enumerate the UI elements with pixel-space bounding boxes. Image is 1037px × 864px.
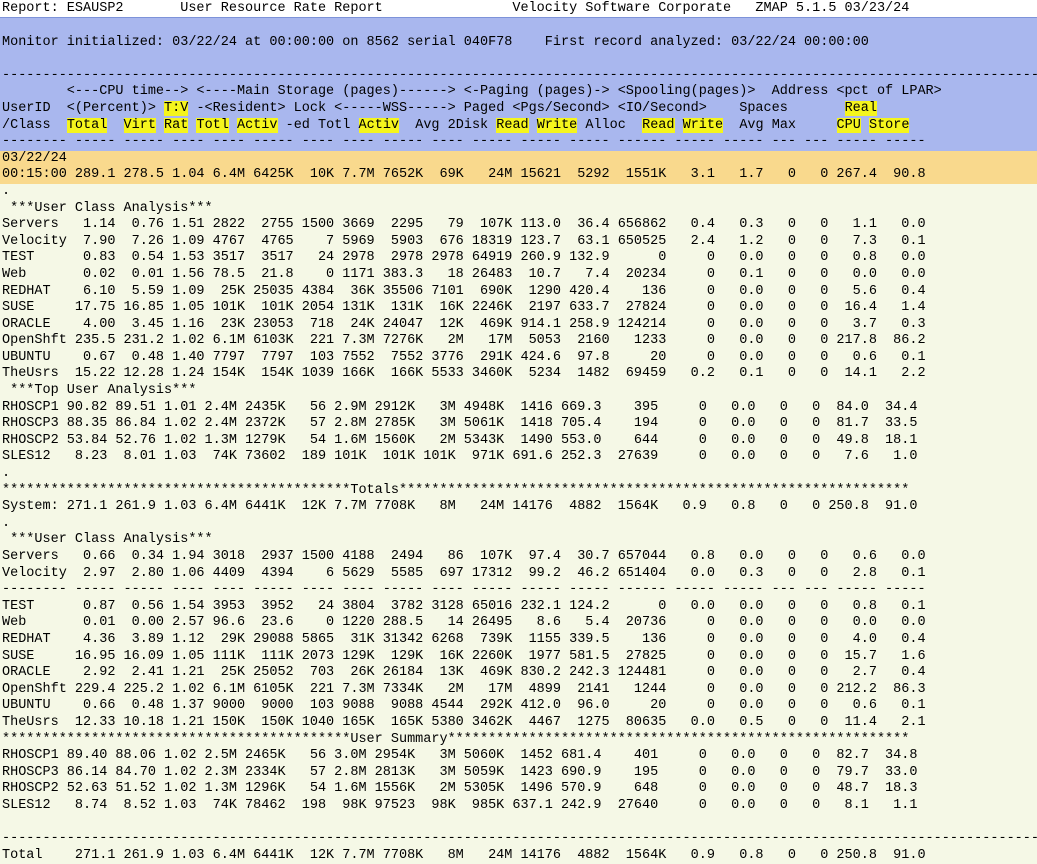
report-line: OpenShft 235.5 231.2 1.02 6.1M 6103K 221… [2, 333, 926, 349]
header-separator: ----------------------------------------… [2, 67, 1037, 83]
report-line [0, 815, 1037, 832]
header-underline: -------- ----- ----- ---- ---- ----- ---… [2, 134, 926, 150]
header-wss-activ: Activ [358, 117, 400, 133]
report-line: Servers 1.14 0.76 1.51 2822 2755 1500 36… [2, 217, 926, 233]
header-cpu: CPU [836, 117, 861, 133]
report-line: SLES12 8.23 8.01 1.03 74K 73602 189 101K… [2, 449, 918, 465]
report-line: RHOSCP3 88.35 86.84 1.02 2.4M 2372K 57 2… [2, 416, 918, 432]
header-real: Real [844, 100, 877, 116]
header-row-1: <---CPU time--> <----Main Storage (pages… [2, 84, 942, 100]
report-line: REDHAT 6.10 5.59 1.09 25K 25035 4384 36K… [2, 283, 926, 299]
report-line: SUSE 16.95 16.09 1.05 111K 111K 2073 129… [2, 648, 926, 664]
report-title-bar: Report: ESAUSP2 User Resource Rate Repor… [0, 0, 1037, 18]
report-line: Velocity 7.90 7.26 1.09 4767 4765 7 5969… [2, 233, 926, 249]
header-io-write: Write [682, 117, 724, 133]
report-line: ****************************************… [2, 482, 910, 498]
report-line: TEST 0.83 0.54 1.53 3517 3517 24 2978 29… [2, 250, 926, 266]
report-line: TheUsrs 15.22 12.28 1.24 154K 154K 1039 … [2, 366, 926, 382]
header-row-3: /Class Total Virt Rat Totl Activ -ed Tot… [0, 117, 1037, 135]
interval-row: 00:15:00 289.1 278.5 1.04 6.4M 6425K 10K… [2, 167, 926, 183]
report-line: OpenShft 229.4 225.2 1.02 6.1M 6105K 221… [2, 681, 926, 697]
header-store: Store [868, 117, 910, 133]
report-body: . ***User Class Analysis*** Servers 1.14 … [0, 184, 1037, 864]
report-line: UBUNTU 0.67 0.48 1.40 7797 7797 103 7552… [2, 349, 926, 365]
report-line: ORACLE 2.92 2.41 1.21 25K 25052 703 26K … [2, 665, 926, 681]
header-total: Total [66, 117, 108, 133]
report-line: RHOSCP2 52.63 51.52 1.02 1.3M 1296K 54 1… [2, 781, 918, 797]
report-line: ***Top User Analysis*** [2, 383, 197, 399]
header-tv: T:V [164, 100, 189, 116]
header-totl: Totl [196, 117, 229, 133]
report-line: TheUsrs 12.33 10.18 1.21 150K 150K 1040 … [2, 714, 926, 730]
report-line: ORACLE 4.00 3.45 1.16 23K 23053 718 24K … [2, 316, 926, 332]
spacer: Avg Max [723, 117, 837, 133]
report-line: Web 0.02 0.01 1.56 78.5 21.8 0 1171 383.… [2, 266, 926, 282]
report-line: RHOSCP3 86.14 84.70 1.02 2.3M 2334K 57 2… [2, 764, 918, 780]
report-line: ----------------------------------------… [2, 831, 1037, 847]
report-line: Total 271.1 261.9 1.03 6.4M 6441K 12K 7.… [2, 847, 926, 863]
report-line: ***User Class Analysis*** [2, 532, 213, 548]
report-line: ****************************************… [2, 731, 910, 747]
report-line: . [2, 515, 11, 531]
header-io-read: Read [642, 117, 675, 133]
report-line: Velocity 2.97 2.80 1.06 4409 4394 6 5629… [2, 565, 926, 581]
spacer: -ed Totl [277, 117, 359, 133]
report-line: REDHAT 4.36 3.89 1.12 29K 29088 5865 31K… [2, 631, 926, 647]
spacer: Avg 2Disk [399, 117, 497, 133]
spacer: Alloc [577, 117, 643, 133]
header-page-write: Write [536, 117, 578, 133]
report-line: RHOSCP1 89.40 88.06 1.02 2.5M 2465K 56 3… [2, 748, 918, 764]
header-activ: Activ [236, 117, 278, 133]
report-line: Web 0.01 0.00 2.57 96.6 23.6 0 1220 288.… [2, 615, 926, 631]
report-line: RHOSCP1 90.82 89.51 1.01 2.4M 2435K 56 2… [2, 399, 918, 415]
header-page-read: Read [496, 117, 529, 133]
interval-date: 03/22/24 [2, 150, 67, 166]
header-text: UserID <(Percent)> [2, 100, 165, 116]
report-line: TEST 0.87 0.56 1.54 3953 3952 24 3804 37… [2, 598, 926, 614]
report-line: System: 271.1 261.9 1.03 6.4M 6441K 12K … [2, 499, 918, 515]
header-text: -<Resident> Lock <-----WSS-----> Paged <… [188, 100, 845, 116]
report-line: -------- ----- ----- ---- ---- ----- ---… [2, 582, 926, 598]
report-line: RHOSCP2 53.84 52.76 1.02 1.3M 1279K 54 1… [2, 432, 918, 448]
report-line: ***User Class Analysis*** [2, 200, 213, 216]
interval-block: 03/22/24 00:15:00 289.1 278.5 1.04 6.4M … [0, 150, 1037, 184]
report-line: . [2, 183, 11, 199]
column-header: ----------------------------------------… [0, 67, 1037, 151]
report-line: SLES12 8.74 8.52 1.03 74K 78462 198 98K … [2, 797, 918, 813]
monitor-band: Monitor initialized: 03/22/24 at 00:00:0… [0, 18, 1037, 68]
header-text: /Class [2, 117, 67, 133]
header-rat: Rat [164, 117, 189, 133]
monitor-line: Monitor initialized: 03/22/24 at 00:00:0… [2, 34, 869, 50]
report-line: Servers 0.66 0.34 1.94 3018 2937 1500 41… [2, 549, 926, 564]
report-line: UBUNTU 0.66 0.48 1.37 9000 9000 103 9088… [2, 698, 926, 714]
report-line: . [2, 466, 11, 482]
report-line: SUSE 17.75 16.85 1.05 101K 101K 2054 131… [2, 300, 926, 316]
header-row-2: UserID <(Percent)> T:V -<Resident> Lock … [0, 100, 1037, 118]
header-virt: Virt [123, 117, 156, 133]
